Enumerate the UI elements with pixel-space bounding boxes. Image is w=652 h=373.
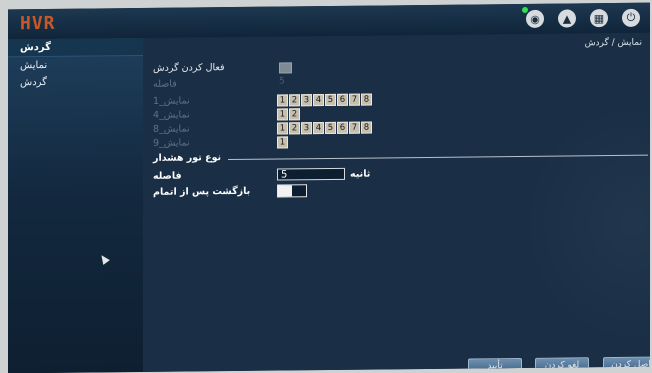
seconds-unit-label: ثانیه bbox=[350, 168, 371, 180]
channel-cell[interactable]: 4 bbox=[313, 94, 324, 107]
sidebar-item-tour[interactable]: گردش bbox=[8, 73, 143, 91]
top-icons: ◉ ▲ ▦ ⏻ bbox=[522, 6, 640, 28]
view-1-label: نمایش_1 bbox=[153, 95, 190, 107]
enable-tour-checkbox[interactable] bbox=[279, 62, 292, 74]
channel-cell[interactable]: 1 bbox=[277, 108, 288, 121]
channel-cell[interactable]: 2 bbox=[289, 108, 300, 121]
channel-cell[interactable]: 8 bbox=[361, 121, 372, 134]
channel-cell[interactable]: 7 bbox=[349, 121, 360, 134]
view-9-label: نمایش_9 bbox=[153, 137, 190, 149]
channel-cell[interactable]: 5 bbox=[325, 93, 336, 107]
return-after-end-toggle[interactable] bbox=[277, 184, 307, 198]
interval-value[interactable]: 5 bbox=[279, 76, 285, 86]
view-1-grid: 1 2 3 4 5 6 7 8 bbox=[277, 93, 372, 107]
channel-cell[interactable]: 1 bbox=[277, 136, 288, 149]
screen-glare bbox=[523, 101, 650, 344]
channel-cell[interactable]: 1 bbox=[277, 122, 288, 135]
dvr-screen: HVR ◉ ▲ ▦ ⏻ گردش نمایش گردش نمایش / گردش… bbox=[8, 2, 650, 373]
alarm-tour-section-title: نوع تور هشدار bbox=[153, 152, 222, 164]
view-4-grid: 1 2 bbox=[277, 108, 300, 121]
hvr-logo: HVR bbox=[20, 12, 56, 35]
view-8-grid: 1 2 3 4 5 6 7 8 bbox=[277, 121, 372, 135]
main-panel: نمایش / گردش فعال کردن گردش فاصله 5 نمای… bbox=[143, 32, 650, 373]
eye-icon[interactable]: ◉ bbox=[522, 6, 544, 28]
channel-cell[interactable]: 6 bbox=[337, 121, 348, 134]
power-icon[interactable]: ⏻ bbox=[622, 8, 640, 27]
alarm-interval-input[interactable]: 5 bbox=[277, 167, 345, 181]
channel-cell[interactable]: 3 bbox=[301, 122, 312, 135]
interval-label: فاصله bbox=[153, 78, 177, 90]
grid-icon[interactable]: ▦ bbox=[590, 9, 608, 28]
lock-icon[interactable]: ▲ bbox=[558, 9, 576, 28]
mouse-cursor-icon bbox=[98, 252, 110, 265]
channel-cell[interactable]: 2 bbox=[289, 94, 300, 107]
alarm-interval-label: فاصله bbox=[153, 170, 182, 182]
enable-tour-label: فعال کردن گردش bbox=[153, 62, 225, 74]
sidebar-item-display[interactable]: نمایش bbox=[8, 56, 143, 74]
view-4-label: نمایش_4 bbox=[153, 109, 190, 121]
channel-cell[interactable]: 6 bbox=[337, 93, 348, 106]
channel-cell[interactable]: 4 bbox=[313, 122, 324, 135]
section-divider bbox=[228, 154, 648, 161]
view-8-label: نمایش_8 bbox=[153, 123, 190, 135]
toggle-knob bbox=[278, 185, 292, 197]
sidebar-title: گردش bbox=[8, 37, 143, 58]
sidebar: گردش نمایش گردش bbox=[8, 37, 143, 373]
channel-cell[interactable]: 1 bbox=[277, 94, 288, 107]
channel-cell[interactable]: 5 bbox=[325, 121, 336, 135]
return-after-end-label: بازگشت پس از اتمام bbox=[153, 185, 251, 198]
channel-cell[interactable]: 3 bbox=[301, 94, 312, 107]
breadcrumb: نمایش / گردش bbox=[584, 37, 642, 49]
channel-cell[interactable]: 2 bbox=[289, 122, 300, 135]
channel-cell[interactable]: 8 bbox=[361, 93, 372, 106]
view-9-grid: 1 bbox=[277, 136, 288, 149]
channel-cell[interactable]: 7 bbox=[349, 93, 360, 106]
